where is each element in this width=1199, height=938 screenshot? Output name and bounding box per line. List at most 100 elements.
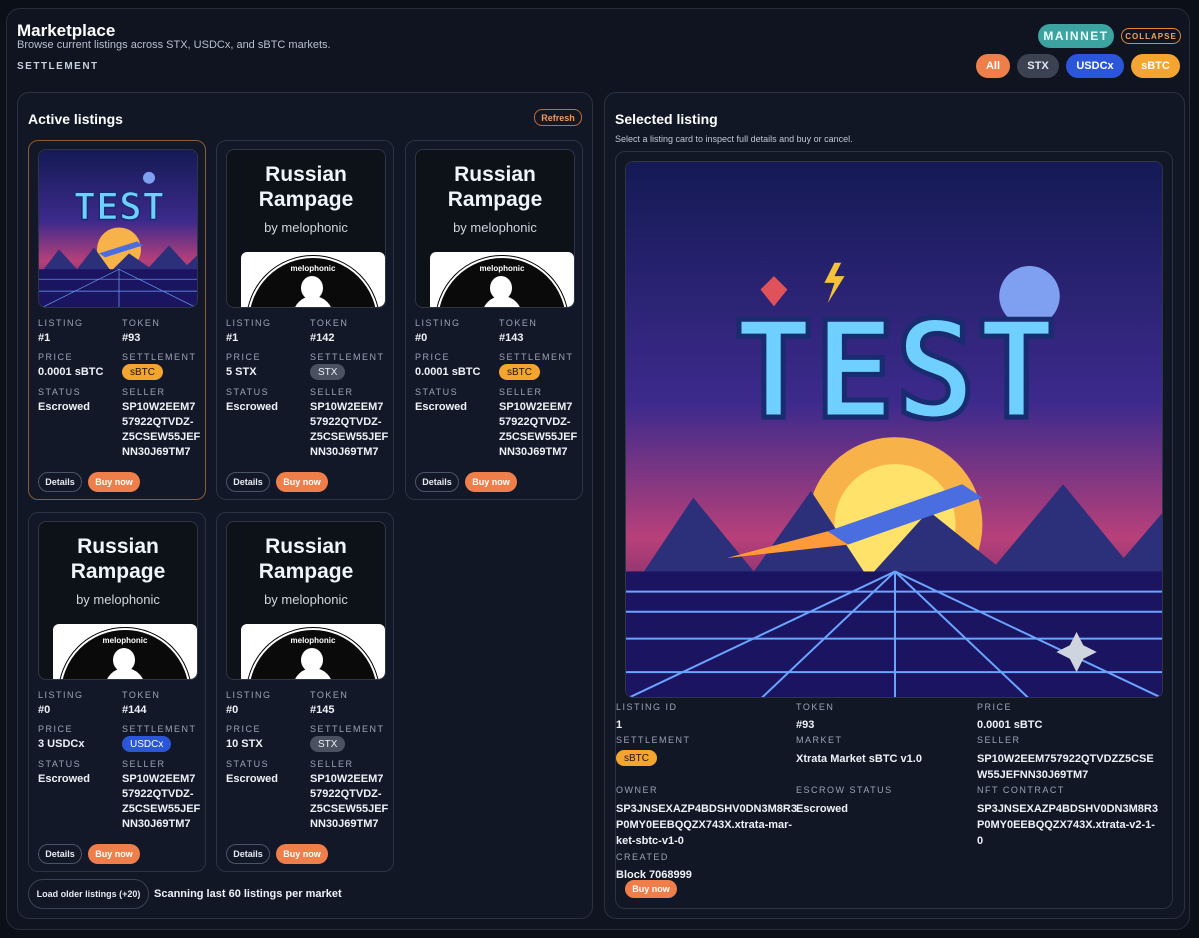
buy-now-button[interactable]: Buy now <box>276 844 328 864</box>
seller-label: SELLER <box>310 387 354 397</box>
nft-contract-label: NFT CONTRACT <box>977 785 1065 795</box>
nft-thumbnail: Russian Rampage by melophonic melophonic <box>226 149 386 308</box>
seller-value: SP10W2EEM7 57922QTVDZ- Z5CSEW55JEF NN30J… <box>499 401 578 458</box>
listing-id-label: LISTING ID <box>616 702 678 712</box>
marketplace-app: Marketplace Browse current listings acro… <box>6 8 1190 930</box>
buy-now-button[interactable]: Buy now <box>276 472 328 492</box>
status-label: STATUS <box>226 759 270 769</box>
price-label: PRICE <box>226 724 262 734</box>
art-byline: by melophonic <box>264 592 348 607</box>
settlement-badge: sBTC <box>616 750 657 766</box>
status-label: STATUS <box>38 387 82 397</box>
status-value: Escrowed <box>38 773 90 785</box>
owner-value: SP3JNSEXAZP4BDSHV0DN3M8R3 P0MY0EEBQQZX74… <box>616 803 797 847</box>
listing-label: LISTING <box>226 690 272 700</box>
settlement-badge: sBTC <box>499 364 540 380</box>
listing-card[interactable]: Russian Rampage by melophonic melophonic … <box>216 512 394 872</box>
nft-artwork-large: TEST <box>625 161 1163 698</box>
settlement-badge: STX <box>310 736 346 752</box>
status-label: STATUS <box>415 387 459 397</box>
network-badge[interactable]: MAINNET <box>1038 24 1114 48</box>
status-value: Escrowed <box>226 401 278 413</box>
buy-now-button[interactable]: Buy now <box>465 472 517 492</box>
listing-value: #1 <box>226 332 239 344</box>
settlement-label: SETTLEMENT <box>616 735 691 745</box>
token-value: #93 <box>796 719 815 731</box>
listing-value: #1 <box>38 332 51 344</box>
test-art-svg: TEST <box>39 150 197 307</box>
test-art-word: TEST <box>73 185 165 229</box>
buy-now-button[interactable]: Buy now <box>88 472 140 492</box>
test-art-word: TEST <box>733 292 1057 449</box>
token-value: #143 <box>499 332 524 344</box>
price-value: 5 STX <box>226 366 257 378</box>
selected-listing-title: Selected listing <box>615 111 718 127</box>
price-label: PRICE <box>226 352 262 362</box>
scanning-note: Scanning last 60 listings per market <box>154 888 342 900</box>
price-label: PRICE <box>415 352 451 362</box>
listing-label: LISTING <box>415 318 461 328</box>
status-value: Escrowed <box>415 401 467 413</box>
art-byline: by melophonic <box>453 220 537 235</box>
filter-all-button[interactable]: All <box>976 54 1010 78</box>
listing-value: #0 <box>415 332 428 344</box>
token-value: #93 <box>122 332 141 344</box>
filter-sbtc-button[interactable]: sBTC <box>1131 54 1180 78</box>
settlement-label: SETTLEMENT <box>310 352 385 362</box>
listing-value: #0 <box>226 704 239 716</box>
listing-label: LISTING <box>226 318 272 328</box>
status-label: STATUS <box>226 387 270 397</box>
details-button[interactable]: Details <box>226 844 270 864</box>
settlement-label: SETTLEMENT <box>499 352 574 362</box>
load-older-button[interactable]: Load older listings (+20) <box>28 879 149 909</box>
token-label: TOKEN <box>796 702 835 712</box>
listing-card[interactable]: Russian Rampage by melophonic melophonic … <box>216 140 394 500</box>
page-title: Marketplace <box>17 21 116 40</box>
buy-now-button[interactable]: Buy now <box>625 880 677 898</box>
price-label: PRICE <box>38 724 74 734</box>
nft-thumbnail: Russian Rampage by melophonic melophonic <box>38 521 198 680</box>
test-art-svg: TEST <box>626 162 1162 697</box>
filter-usdcx-button[interactable]: USDCx <box>1066 54 1124 78</box>
active-listings-panel: Active listings Refresh TEST LISTING #1 … <box>17 92 593 919</box>
listing-id-value: 1 <box>616 719 623 731</box>
filter-stx-button[interactable]: STX <box>1017 54 1059 78</box>
collapse-button[interactable]: COLLAPSE <box>1121 28 1181 44</box>
seller-label: SELLER <box>122 759 166 769</box>
art-title: Russian Rampage <box>258 163 354 211</box>
price-value: 3 USDCx <box>38 738 85 750</box>
listing-label: LISTING <box>38 690 84 700</box>
listing-card[interactable]: TEST LISTING #1 TOKEN #93 PRICE 0.0001 s… <box>28 140 206 500</box>
price-value: 0.0001 sBTC <box>415 366 481 378</box>
token-value: #142 <box>310 332 335 344</box>
buy-now-button[interactable]: Buy now <box>88 844 140 864</box>
seller-value: SP10W2EEM7 57922QTVDZ- Z5CSEW55JEF NN30J… <box>310 401 389 458</box>
settlement-label: SETTLEMENT <box>17 61 99 72</box>
melophonic-logo: melophonic <box>241 252 385 307</box>
token-value: #144 <box>122 704 147 716</box>
refresh-button[interactable]: Refresh <box>534 109 582 126</box>
listing-card[interactable]: Russian Rampage by melophonic melophonic … <box>28 512 206 872</box>
details-button[interactable]: Details <box>38 844 82 864</box>
listing-value: #0 <box>38 704 51 716</box>
details-button[interactable]: Details <box>226 472 270 492</box>
melophonic-logo: melophonic <box>241 624 385 679</box>
token-label: TOKEN <box>310 690 349 700</box>
escrow-status-label: ESCROW STATUS <box>796 785 893 795</box>
seller-label: SELLER <box>499 387 543 397</box>
market-label: MARKET <box>796 735 843 745</box>
listing-card[interactable]: Russian Rampage by melophonic melophonic … <box>405 140 583 500</box>
seller-value: SP10W2EEM7 57922QTVDZ- Z5CSEW55JEF NN30J… <box>310 773 389 830</box>
token-label: TOKEN <box>499 318 538 328</box>
details-button[interactable]: Details <box>415 472 459 492</box>
status-label: STATUS <box>38 759 82 769</box>
selected-listing-subtitle: Select a listing card to inspect full de… <box>615 134 853 144</box>
seller-label: SELLER <box>977 735 1021 745</box>
price-value: 0.0001 sBTC <box>977 719 1043 731</box>
details-button[interactable]: Details <box>38 472 82 492</box>
nft-thumbnail: Russian Rampage by melophonic melophonic <box>226 521 386 680</box>
selected-listing-panel: Selected listing Select a listing card t… <box>604 92 1185 919</box>
token-label: TOKEN <box>310 318 349 328</box>
melophonic-logo: melophonic <box>430 252 574 307</box>
price-value: 10 STX <box>226 738 263 750</box>
